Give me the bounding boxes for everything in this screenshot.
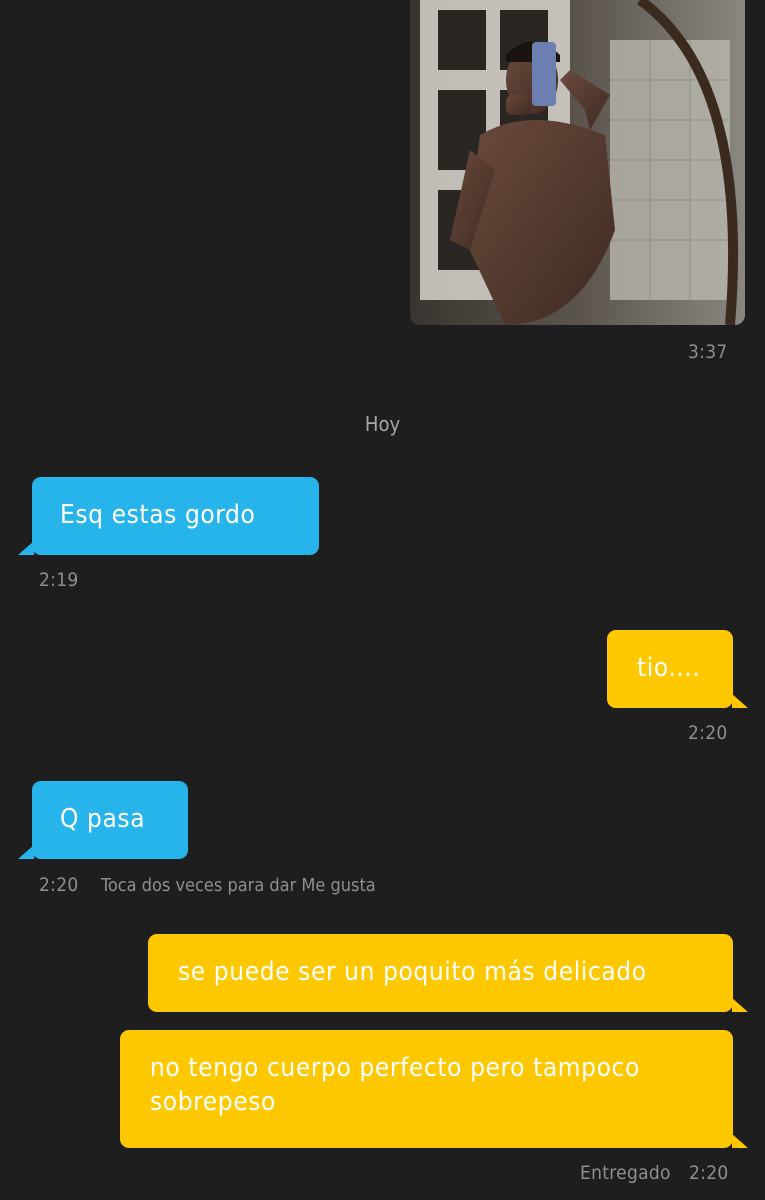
message-bubble-outgoing[interactable]: se puede ser un poquito más delicado	[148, 934, 733, 1012]
message-text: no tengo cuerpo perfecto pero tampoco so…	[150, 1053, 640, 1117]
bubble-tail	[732, 998, 748, 1012]
photo-thumbnail	[410, 0, 745, 325]
bubble-tail	[732, 1134, 748, 1148]
photo-message-time: 3:37	[688, 341, 728, 363]
message-text: Q pasa	[60, 804, 146, 834]
message-bubble-incoming[interactable]: Q pasa	[32, 781, 188, 859]
message-text: se puede ser un poquito más delicado	[178, 957, 647, 987]
date-separator: Hoy	[364, 412, 401, 436]
photo-message[interactable]	[410, 0, 745, 325]
message-bubble-outgoing[interactable]: tio....	[607, 630, 733, 708]
message-time: 2:19	[39, 569, 79, 591]
message-text: tio....	[637, 653, 701, 683]
double-tap-like-hint: Toca dos veces para dar Me gusta	[101, 875, 376, 896]
message-time: 2:20	[689, 1162, 729, 1184]
message-time: 2:20	[39, 874, 79, 896]
delivery-status: Entregado	[580, 1162, 671, 1184]
message-bubble-outgoing[interactable]: no tengo cuerpo perfecto pero tampoco so…	[120, 1030, 733, 1148]
bubble-tail	[732, 694, 748, 708]
message-time: 2:20	[688, 722, 728, 744]
message-text: Esq estas gordo	[60, 500, 256, 530]
message-bubble-incoming[interactable]: Esq estas gordo	[32, 477, 319, 555]
